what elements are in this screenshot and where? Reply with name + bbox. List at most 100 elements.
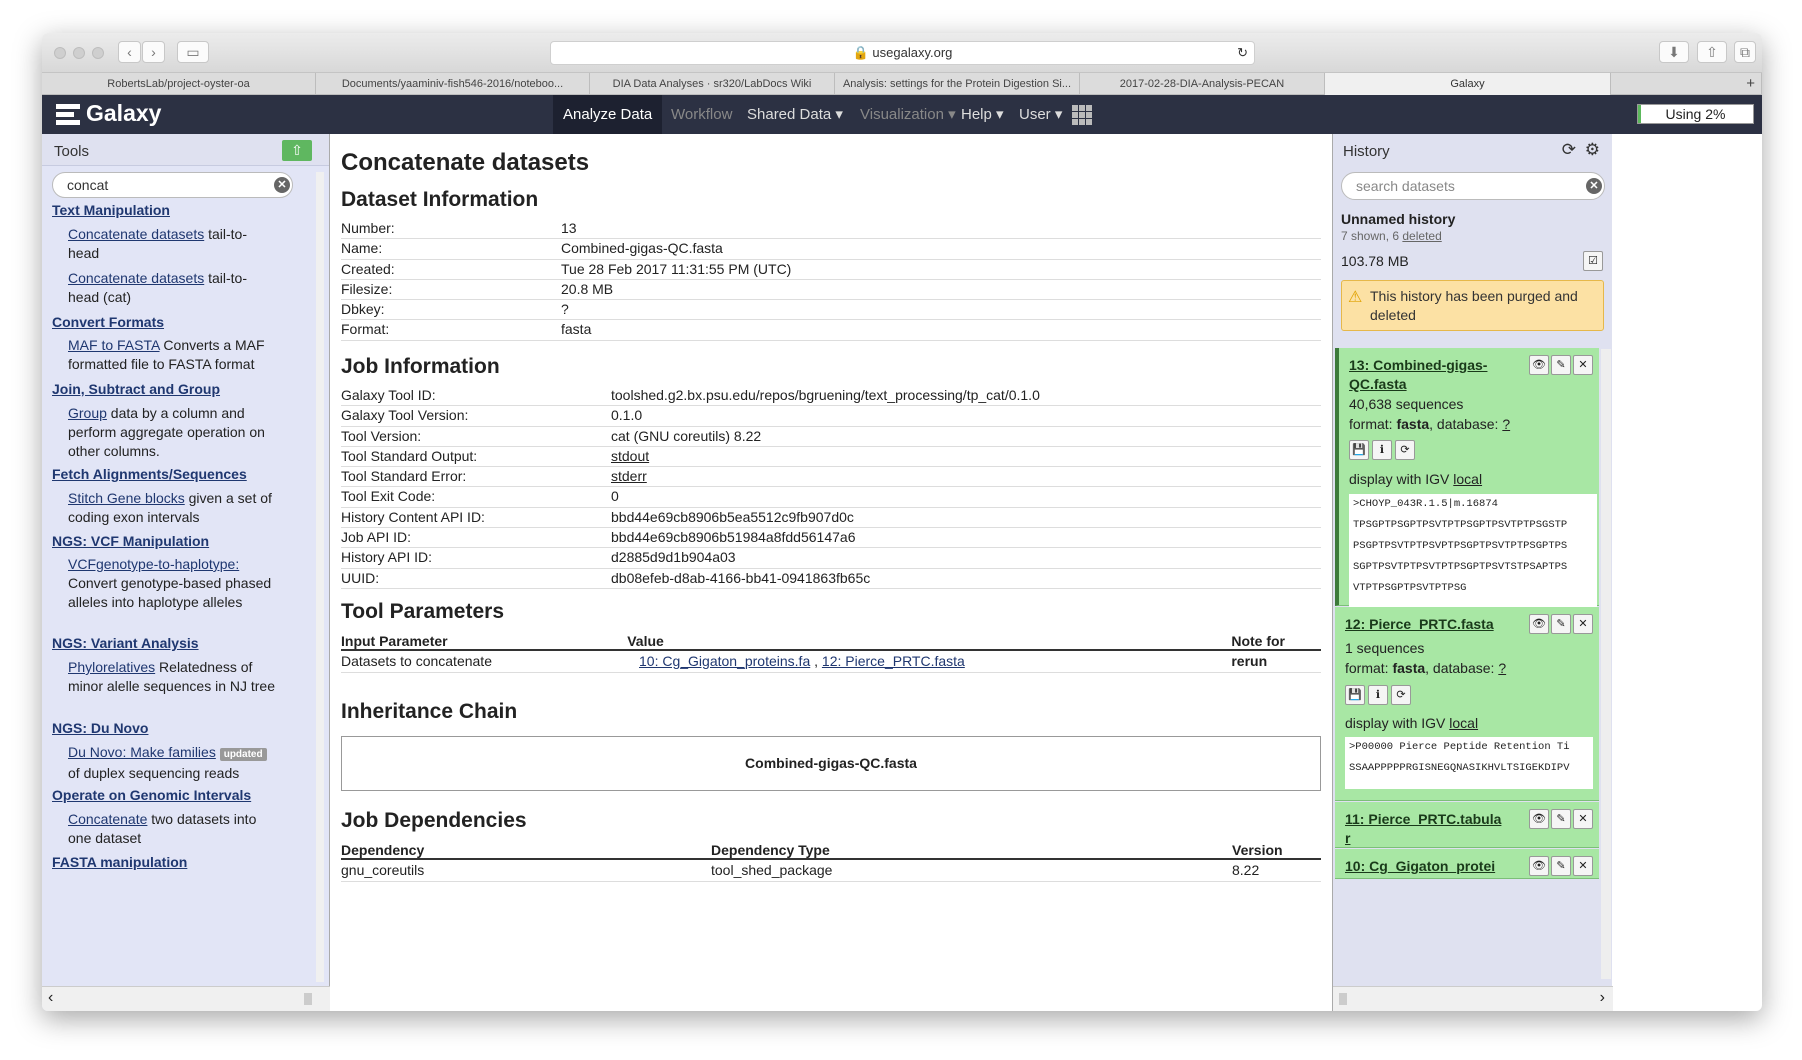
galaxy-logo[interactable]: Galaxy xyxy=(56,100,161,127)
back-button[interactable]: ‹ xyxy=(118,41,141,63)
tool-item[interactable]: Concatenate datasets tail-to-head (cat) xyxy=(68,269,278,307)
pencil-icon[interactable]: ✎ xyxy=(1551,809,1571,829)
tool-item[interactable]: Phylorelatives Relatedness of minor alel… xyxy=(68,658,278,696)
browser-tab[interactable]: Documents/yaaminiv-fish546-2016/noteboo.… xyxy=(316,73,590,95)
delete-icon[interactable]: ✕ xyxy=(1573,355,1593,375)
dataset-title[interactable]: 11: Pierce_PRTC.tabular xyxy=(1345,810,1505,848)
igv-local-link[interactable]: local xyxy=(1449,715,1478,731)
resize-handle[interactable] xyxy=(1339,993,1347,1005)
section-text-manipulation[interactable]: Text Manipulation xyxy=(52,202,170,218)
save-icon[interactable]: 💾 xyxy=(1345,685,1365,705)
database-link[interactable]: ? xyxy=(1502,416,1510,432)
tool-item[interactable]: Concatenate two datasets into one datase… xyxy=(68,810,278,848)
dataset-title[interactable]: 12: Pierce_PRTC.fasta xyxy=(1345,615,1505,634)
apps-grid-icon[interactable] xyxy=(1072,105,1092,125)
history-dataset-expanded[interactable]: 12: Pierce_PRTC.fasta 👁 ✎ ✕ 1 sequences fo… xyxy=(1335,607,1599,801)
zoom-window-button[interactable] xyxy=(92,47,104,59)
eye-icon[interactable]: 👁 xyxy=(1529,809,1549,829)
pencil-icon[interactable]: ✎ xyxy=(1551,856,1571,876)
reload-icon[interactable]: ↻ xyxy=(1237,42,1248,64)
close-window-button[interactable] xyxy=(54,47,66,59)
delete-icon[interactable]: ✕ xyxy=(1573,856,1593,876)
eye-icon[interactable]: 👁 xyxy=(1529,856,1549,876)
tool-item[interactable]: MAF to FASTA Converts a MAF formatted fi… xyxy=(68,336,278,374)
history-name[interactable]: Unnamed history xyxy=(1341,211,1455,227)
delete-icon[interactable]: ✕ xyxy=(1573,614,1593,634)
info-icon[interactable]: ℹ xyxy=(1368,685,1388,705)
stdout-link[interactable]: stdout xyxy=(611,447,649,466)
tool-link[interactable]: Du Novo: Make families xyxy=(68,744,216,760)
refresh-icon[interactable]: ⟳ xyxy=(1562,140,1576,160)
dataset-title[interactable]: 13: Combined-gigas-QC.fasta xyxy=(1349,356,1499,394)
gear-icon[interactable]: ⚙ xyxy=(1585,140,1600,160)
clear-search-icon[interactable]: ✕ xyxy=(274,177,290,193)
tool-link[interactable]: Concatenate xyxy=(68,811,147,827)
resize-handle[interactable] xyxy=(304,993,312,1005)
tool-link[interactable]: Phylorelatives xyxy=(68,659,155,675)
nav-shared-data[interactable]: Shared Data ▾ xyxy=(737,95,853,134)
save-icon[interactable]: 💾 xyxy=(1349,440,1369,460)
tool-link[interactable]: MAF to FASTA xyxy=(68,337,160,353)
rerun-icon[interactable]: ⟳ xyxy=(1395,440,1415,460)
tool-item[interactable]: Stitch Gene blocks given a set of coding… xyxy=(68,489,278,527)
browser-tab-active[interactable]: Galaxy xyxy=(1325,73,1611,95)
tool-link[interactable]: Concatenate datasets xyxy=(68,226,204,242)
downloads-icon[interactable]: ⬇ xyxy=(1659,41,1689,63)
tool-item[interactable]: Group data by a column and perform aggre… xyxy=(68,404,278,461)
forward-button[interactable]: › xyxy=(142,41,165,63)
collapse-left-icon[interactable]: ‹ xyxy=(48,989,53,1007)
rerun-icon[interactable]: ⟳ xyxy=(1391,685,1411,705)
history-search-input[interactable]: search datasets xyxy=(1341,172,1605,200)
database-link[interactable]: ? xyxy=(1498,660,1506,676)
nav-analyze-data[interactable]: Analyze Data xyxy=(553,95,663,134)
section-ngs-vcf[interactable]: NGS: VCF Manipulation xyxy=(52,533,209,549)
history-dataset-collapsed[interactable]: 10: Cg_Gigaton_protei 👁 ✎ ✕ xyxy=(1335,849,1599,879)
address-bar[interactable]: 🔒 usegalaxy.org ↻ xyxy=(550,41,1255,65)
upload-icon[interactable]: ⇧ xyxy=(282,140,312,161)
section-ngs-du-novo[interactable]: NGS: Du Novo xyxy=(52,720,148,736)
nav-workflow[interactable]: Workflow xyxy=(661,95,742,134)
section-fetch-alignments[interactable]: Fetch Alignments/Sequences xyxy=(52,466,247,482)
section-fasta-manipulation[interactable]: FASTA manipulation xyxy=(52,854,187,870)
info-icon[interactable]: ℹ xyxy=(1372,440,1392,460)
tool-link[interactable]: Concatenate datasets xyxy=(68,270,204,286)
tool-link[interactable]: VCFgenotype-to-haplotype: xyxy=(68,556,239,572)
collapse-right-icon[interactable]: › xyxy=(1600,989,1605,1007)
stderr-link[interactable]: stderr xyxy=(611,467,647,486)
tool-item[interactable]: VCFgenotype-to-haplotype: Convert genoty… xyxy=(68,555,278,612)
igv-local-link[interactable]: local xyxy=(1453,471,1482,487)
nav-visualization[interactable]: Visualization ▾ xyxy=(850,95,966,134)
eye-icon[interactable]: 👁 xyxy=(1529,355,1549,375)
tool-item[interactable]: Concatenate datasets tail-to-head xyxy=(68,225,278,263)
minimize-window-button[interactable] xyxy=(73,47,85,59)
browser-tab[interactable]: DIA Data Analyses · sr320/LabDocs Wiki xyxy=(590,73,835,95)
history-dataset-expanded[interactable]: 13: Combined-gigas-QC.fasta 👁 ✎ ✕ 40,638 s… xyxy=(1335,348,1599,610)
new-tab-button[interactable]: + xyxy=(1611,73,1762,95)
section-convert-formats[interactable]: Convert Formats xyxy=(52,314,164,330)
delete-icon[interactable]: ✕ xyxy=(1573,809,1593,829)
dataset-link[interactable]: 10: Cg_Gigaton_proteins.fa xyxy=(639,653,810,669)
select-all-icon[interactable]: ☑ xyxy=(1583,251,1603,271)
section-genomic-intervals[interactable]: Operate on Genomic Intervals xyxy=(52,787,251,803)
history-dataset-collapsed[interactable]: 11: Pierce_PRTC.tabular 👁 ✎ ✕ xyxy=(1335,802,1599,848)
tool-panel-scrollbar[interactable] xyxy=(316,172,324,982)
nav-user[interactable]: User ▾ xyxy=(1009,95,1072,134)
deleted-link[interactable]: deleted xyxy=(1402,229,1441,243)
pencil-icon[interactable]: ✎ xyxy=(1551,355,1571,375)
browser-tab[interactable]: Analysis: settings for the Protein Diges… xyxy=(835,73,1080,95)
tool-search-input[interactable]: concat xyxy=(52,172,293,198)
browser-tab[interactable]: 2017-02-28-DIA-Analysis-PECAN xyxy=(1080,73,1325,95)
clear-history-search-icon[interactable]: ✕ xyxy=(1586,178,1602,194)
dataset-link[interactable]: 12: Pierce_PRTC.fasta xyxy=(822,653,965,669)
tool-link[interactable]: Stitch Gene blocks xyxy=(68,490,185,506)
sidebar-toggle-icon[interactable]: ▭ xyxy=(177,41,209,63)
pencil-icon[interactable]: ✎ xyxy=(1551,614,1571,634)
tabs-overview-icon[interactable]: ⧉ xyxy=(1734,41,1756,63)
quota-meter[interactable]: Using 2% xyxy=(1637,104,1754,124)
history-scrollbar[interactable] xyxy=(1601,349,1611,979)
section-ngs-variant[interactable]: NGS: Variant Analysis xyxy=(52,635,199,651)
section-join-subtract-group[interactable]: Join, Subtract and Group xyxy=(52,381,220,397)
share-icon[interactable]: ⇧ xyxy=(1697,41,1727,63)
nav-help[interactable]: Help ▾ xyxy=(951,95,1014,134)
tool-link[interactable]: Group xyxy=(68,405,107,421)
